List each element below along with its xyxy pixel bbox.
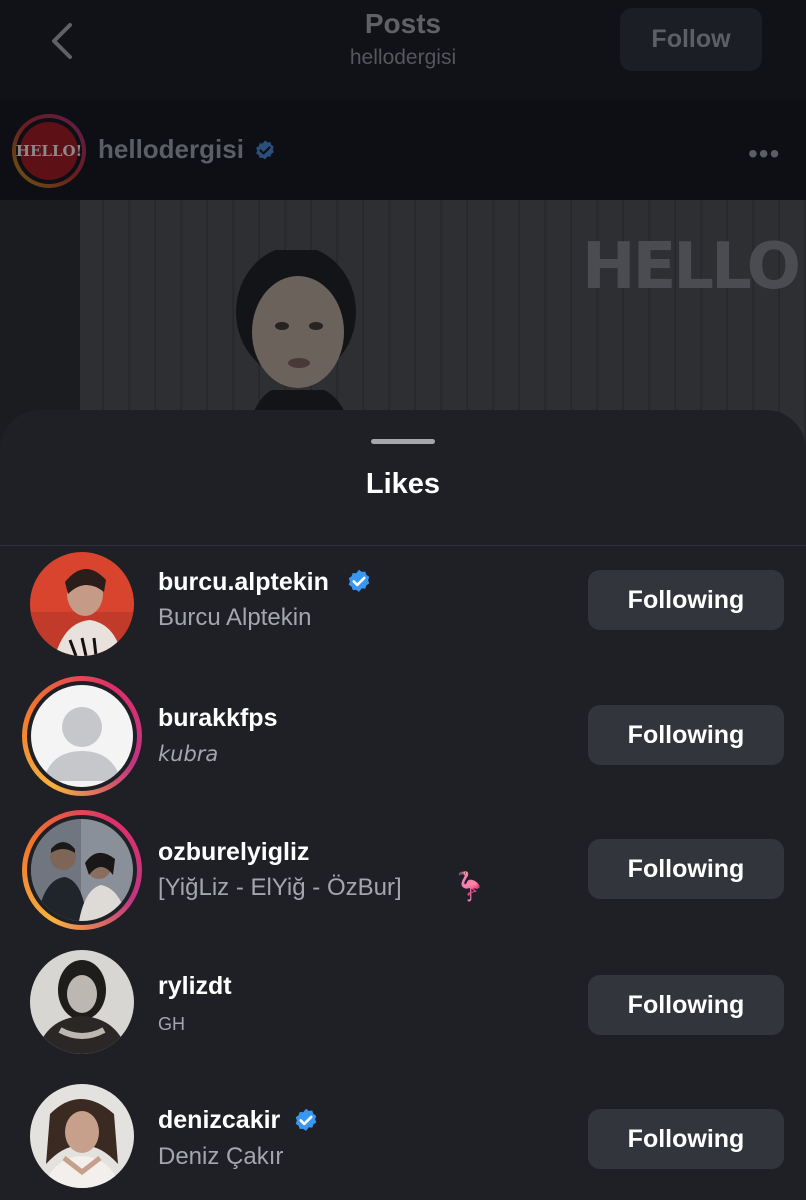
full-name: GH — [158, 1014, 185, 1034]
follow-button[interactable]: Follow — [620, 8, 762, 71]
flamingo-emoji: 🦩 — [452, 871, 487, 902]
verified-badge-icon — [295, 1108, 317, 1131]
full-name: Burcu Alptekin — [158, 604, 312, 631]
sheet-title: Likes — [365, 468, 441, 500]
profile-photo — [30, 950, 134, 1054]
sheet-grabber-handle[interactable] — [371, 439, 435, 444]
avatar[interactable] — [22, 1078, 142, 1198]
list-item[interactable]: ozburelyigliz [YiğLiz - ElYiğ - ÖzBur] 🦩… — [0, 810, 806, 932]
username[interactable]: rylizdt — [158, 972, 232, 1001]
list-item[interactable]: burakkfps kubra Following — [0, 676, 806, 798]
avatar-story-ring[interactable] — [22, 676, 142, 796]
profile-photo — [31, 819, 133, 921]
username[interactable]: burcu.alptekin — [158, 568, 329, 597]
hello-logo: HELLO! — [16, 122, 82, 180]
post-author-avatar[interactable]: HELLO! — [12, 114, 86, 188]
full-name: Deniz Çakır — [158, 1143, 284, 1170]
full-name: [YiğLiz - ElYiğ - ÖzBur] — [158, 874, 402, 901]
default-avatar-icon — [31, 685, 133, 787]
more-options-icon[interactable]: ••• — [748, 138, 780, 170]
top-navigation-bar: Posts hellodergisi Follow — [0, 0, 806, 98]
username[interactable]: ozburelyigliz — [158, 838, 309, 867]
following-button[interactable]: Following — [588, 1109, 784, 1169]
full-name: kubra — [158, 742, 219, 766]
following-button[interactable]: Following — [588, 705, 784, 765]
profile-photo — [30, 1084, 134, 1188]
following-button[interactable]: Following — [588, 975, 784, 1035]
image-brand-watermark: HELLO! — [582, 230, 806, 304]
list-item[interactable]: denizcakir Deniz Çakır Following — [0, 1078, 806, 1200]
username[interactable]: burakkfps — [158, 704, 277, 733]
profile-photo — [30, 552, 134, 656]
following-button[interactable]: Following — [588, 839, 784, 899]
verified-badge-icon — [256, 140, 274, 160]
avatar[interactable] — [22, 546, 142, 666]
post-author-username[interactable]: hellodergisi — [98, 134, 244, 165]
verified-badge-icon — [348, 569, 370, 592]
list-item[interactable]: rylizdt GH Following — [0, 944, 806, 1066]
username[interactable]: denizcakir — [158, 1106, 280, 1135]
list-item[interactable]: burcu.alptekin Burcu Alptekin Following — [0, 546, 806, 668]
following-button[interactable]: Following — [588, 570, 784, 630]
avatar[interactable] — [22, 944, 142, 1064]
avatar-story-ring[interactable] — [22, 810, 142, 930]
